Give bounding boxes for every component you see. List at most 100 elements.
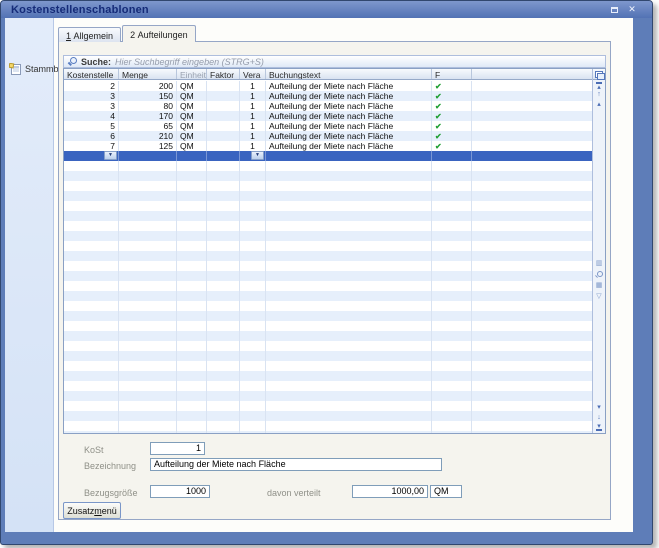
scroll-last-row-button[interactable]: ▾ — [596, 423, 602, 431]
scroll-down-button[interactable]: ▾ — [593, 403, 605, 413]
tab-allgemein[interactable]: 1 Allgemein — [58, 27, 121, 42]
grid-cell-buchungstext[interactable]: Aufteilung der Miete nach Fläche — [266, 131, 432, 141]
grid-cell-menge[interactable]: 150 — [119, 91, 177, 101]
grid-row-empty[interactable] — [64, 411, 592, 421]
grid-cell-faktor[interactable] — [207, 121, 240, 131]
grid-column-header-kostenstelle[interactable]: Kostenstelle — [64, 69, 119, 79]
grid-cell-buchungstext[interactable]: Aufteilung der Miete nach Fläche — [266, 81, 432, 91]
grid-cell-vera[interactable]: 1 — [240, 91, 266, 101]
grid-cell-menge[interactable]: 65 — [119, 121, 177, 131]
grid-cell-vera[interactable]: 1 — [240, 131, 266, 141]
grid-row-empty[interactable] — [64, 301, 592, 311]
grid-cell-einheit[interactable] — [177, 151, 207, 161]
grid-cell-buchungstext[interactable]: Aufteilung der Miete nach Fläche — [266, 101, 432, 111]
grid-row-selected[interactable]: ▼▼ — [64, 151, 592, 161]
grid-cell-faktor[interactable] — [207, 91, 240, 101]
grid-row-empty[interactable] — [64, 331, 592, 341]
grid-cell-menge[interactable]: 170 — [119, 111, 177, 121]
vera-dropdown-button[interactable]: ▼ — [251, 151, 264, 160]
column-layout-icon[interactable]: ▥ — [596, 260, 603, 268]
grid-cell-kostenstelle[interactable]: ▼ — [64, 151, 119, 161]
grid-row-empty[interactable] — [64, 311, 592, 321]
grid-cell-f[interactable]: ✔ — [432, 101, 472, 111]
grid-cell-f[interactable]: ✔ — [432, 141, 472, 151]
grid-cell-buchungstext[interactable]: Aufteilung der Miete nach Fläche — [266, 121, 432, 131]
grid-cell-filler[interactable] — [472, 151, 592, 161]
grid-cell-f[interactable]: ✔ — [432, 111, 472, 121]
grid-cell-menge[interactable]: 210 — [119, 131, 177, 141]
grid-cell-faktor[interactable] — [207, 81, 240, 91]
grid-cell-buchungstext[interactable]: Aufteilung der Miete nach Fläche — [266, 141, 432, 151]
grid-row-empty[interactable] — [64, 381, 592, 391]
close-button[interactable]: ✕ — [626, 4, 638, 15]
bezugsgroesse-field[interactable]: 1000 — [150, 485, 210, 498]
davon-verteilt-field[interactable]: 1000,00 — [352, 485, 428, 498]
grid-cell-einheit[interactable]: QM — [177, 131, 207, 141]
grid-cell-kostenstelle[interactable]: 4 — [64, 111, 119, 121]
scroll-up-button[interactable]: ▴ — [593, 100, 605, 110]
grid-row[interactable]: 380QM 1Aufteilung der Miete nach Fläche✔ — [64, 101, 592, 111]
grid-cell-buchungstext[interactable]: Aufteilung der Miete nach Fläche — [266, 111, 432, 121]
grid-row[interactable]: 4170QM1Aufteilung der Miete nach Fläche✔ — [64, 111, 592, 121]
grid-cell-faktor[interactable] — [207, 151, 240, 161]
grid-cell-menge[interactable]: 80 — [119, 101, 177, 111]
grid-cell-kostenstelle[interactable]: 3 — [64, 91, 119, 101]
grid-cell-vera[interactable]: 1 — [240, 121, 266, 131]
grid-row-empty[interactable] — [64, 211, 592, 221]
grid-row-empty[interactable] — [64, 201, 592, 211]
grid-row[interactable]: 2200QM1Aufteilung der Miete nach Fläche✔ — [64, 81, 592, 91]
grid-cell-kostenstelle[interactable]: 2 — [64, 81, 119, 91]
grid-row-empty[interactable] — [64, 391, 592, 401]
grid-row-empty[interactable] — [64, 271, 592, 281]
grid-row-empty[interactable] — [64, 231, 592, 241]
grid-vertical-scrollbar[interactable]: ▴ ↑ ▴ ▥ ▦ ▽ ▾ ↓ ▾ — [592, 69, 605, 433]
grid-row[interactable]: 6210QM 1Aufteilung der Miete nach Fläche✔ — [64, 131, 592, 141]
grid-column-header-vera[interactable]: Vera — [240, 69, 266, 79]
grid-column-header-f[interactable]: F — [432, 69, 472, 79]
grid-column-header-filler[interactable] — [472, 69, 592, 79]
grid-view-icon[interactable]: ▦ — [596, 282, 603, 290]
grid-cell-buchungstext[interactable] — [266, 151, 432, 161]
scroll-page-up-button[interactable]: ↑ — [593, 90, 605, 100]
grid-row-empty[interactable] — [64, 291, 592, 301]
grid-row-empty[interactable] — [64, 281, 592, 291]
grid-row-empty[interactable] — [64, 421, 592, 431]
grid-cell-kostenstelle[interactable]: 6 — [64, 131, 119, 141]
grid-cell-einheit[interactable]: QM — [177, 101, 207, 111]
grid-cell-menge[interactable]: 125 — [119, 141, 177, 151]
grid-cell-vera[interactable]: ▼ — [240, 151, 266, 161]
grid-row[interactable]: 565QM1Aufteilung der Miete nach Fläche✔ — [64, 121, 592, 131]
scroll-first-row-button[interactable]: ▴ — [596, 82, 602, 90]
zusatzmenu-button[interactable]: Zusatzmenü — [63, 502, 121, 519]
scrollbar-track[interactable]: ▥ ▦ ▽ — [593, 110, 605, 403]
search-bar[interactable]: Suche: Hier Suchbegriff eingeben (STRG+S… — [63, 55, 606, 68]
grid-cell-f[interactable]: ✔ — [432, 131, 472, 141]
grid-row-empty[interactable] — [64, 351, 592, 361]
grid-cell-vera[interactable]: 1 — [240, 141, 266, 151]
grid-cell-vera[interactable]: 1 — [240, 111, 266, 121]
kostenstelle-dropdown-button[interactable]: ▼ — [104, 151, 117, 160]
kost-field[interactable]: 1 — [150, 442, 205, 455]
grid-cell-buchungstext[interactable]: Aufteilung der Miete nach Fläche — [266, 91, 432, 101]
grid-row-empty[interactable] — [64, 341, 592, 351]
grid-row-empty[interactable] — [64, 361, 592, 371]
column-chooser-icon[interactable] — [593, 69, 605, 80]
grid-cell-faktor[interactable] — [207, 141, 240, 151]
grid-cell-kostenstelle[interactable]: 3 — [64, 101, 119, 111]
grid-cell-faktor[interactable] — [207, 131, 240, 141]
grid-column-header-buchungstext[interactable]: Buchungstext — [266, 69, 432, 79]
grid-column-header-faktor[interactable]: Faktor — [207, 69, 240, 79]
grid-column-header-einheit[interactable]: Einheit — [177, 69, 207, 79]
grid-cell-kostenstelle[interactable]: 5 — [64, 121, 119, 131]
grid-cell-einheit[interactable]: QM — [177, 81, 207, 91]
filter-icon[interactable]: ▽ — [596, 293, 601, 301]
grid-row-empty[interactable] — [64, 401, 592, 411]
grid-row-empty[interactable] — [64, 171, 592, 181]
davon-verteilt-unit-field[interactable]: QM — [430, 485, 462, 498]
grid-row-empty[interactable] — [64, 371, 592, 381]
grid-row-empty[interactable] — [64, 191, 592, 201]
grid-cell-vera[interactable]: 1 — [240, 101, 266, 111]
grid-row-empty[interactable] — [64, 241, 592, 251]
grid-row-empty[interactable] — [64, 261, 592, 271]
grid-cell-kostenstelle[interactable]: 7 — [64, 141, 119, 151]
